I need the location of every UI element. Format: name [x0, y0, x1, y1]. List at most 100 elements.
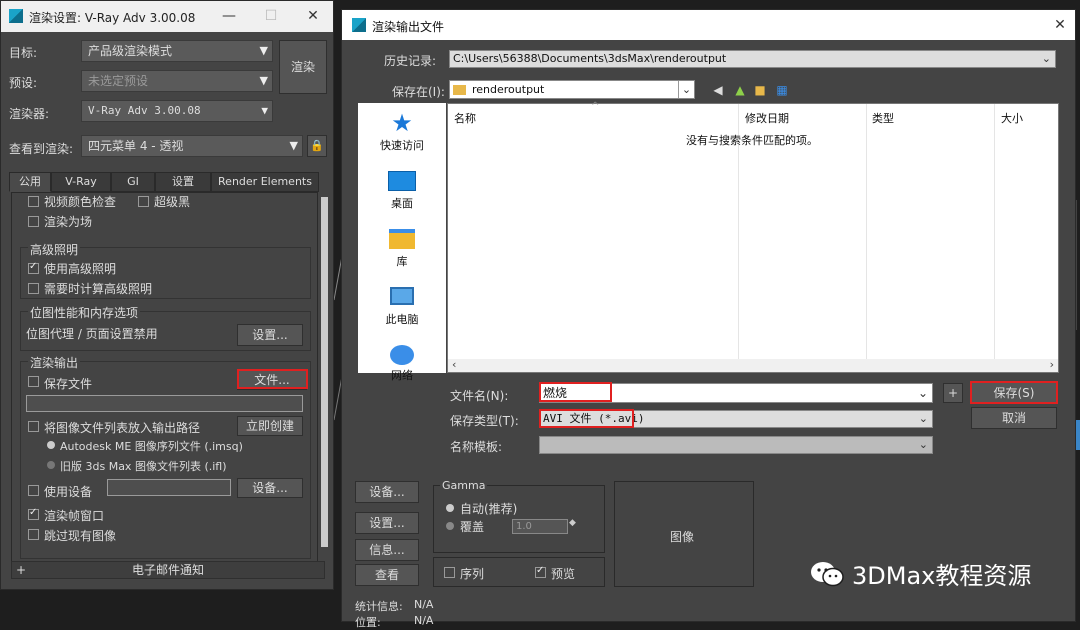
use-adv-lighting-checkbox[interactable] [28, 261, 39, 274]
gamma-title: Gamma [440, 479, 488, 492]
email-rollout[interactable]: + 电子邮件通知 [11, 561, 325, 579]
bitmap-setup-button[interactable]: 设置... [237, 324, 303, 346]
tab-render-elements[interactable]: Render Elements [211, 172, 319, 192]
target-label: 目标: [9, 46, 38, 60]
plus-icon: + [16, 563, 27, 577]
column-type[interactable]: 类型 [872, 110, 894, 126]
device-field[interactable] [107, 479, 231, 496]
render-output-title: 渲染输出 [28, 354, 81, 371]
render-setup-dialog: 渲染设置: V-Ray Adv 3.00.08 — ☐ ✕ 目标: 产品级渲染模… [0, 0, 334, 590]
view-dropdown[interactable]: 四元菜单 4 - 透视 ▼ [81, 135, 303, 157]
preview-checkbox[interactable] [535, 565, 546, 578]
renderer-dropdown[interactable]: V-Ray Adv 3.00.08 ▼ [81, 100, 273, 122]
scroll-right-icon[interactable]: › [1050, 358, 1054, 371]
scroll-left-icon[interactable]: ‹ [452, 358, 456, 371]
close-icon[interactable]: ✕ [1050, 16, 1070, 34]
minimize-icon[interactable]: — [219, 7, 239, 25]
maximize-icon[interactable]: ☐ [261, 7, 281, 25]
save-dialog-title: 渲染输出文件 [372, 20, 445, 34]
gamma-value: 1.0 [516, 521, 532, 532]
up-folder-icon[interactable]: ▲ [732, 83, 748, 97]
place-quick-access[interactable]: ★ 快速访问 [358, 109, 446, 153]
save-button-highlight [970, 381, 1058, 404]
wechat-icon [811, 562, 844, 587]
render-button[interactable]: 渲染 [279, 40, 327, 94]
back-icon[interactable]: ◀ [710, 83, 726, 97]
tab-settings[interactable]: 设置 [155, 172, 211, 192]
tab-gi[interactable]: GI [111, 172, 155, 192]
place-this-pc[interactable]: 此电脑 [358, 287, 446, 327]
savein-value: renderoutput [472, 83, 545, 96]
skip-existing-label: 跳过现有图像 [44, 529, 117, 543]
window-title: 渲染设置: V-Ray Adv 3.00.08 [29, 11, 196, 25]
output-path-field[interactable] [26, 395, 303, 412]
stats-value: N/A [414, 598, 434, 611]
gamma-override-radio[interactable] [446, 522, 454, 530]
star-icon: ★ [391, 109, 413, 137]
savein-dropdown[interactable]: renderoutput ⌄ [449, 80, 695, 99]
preset-dropdown[interactable]: 未选定预设 ▼ [81, 70, 273, 92]
horizontal-scrollbar[interactable]: ‹ › [448, 358, 1058, 372]
template-label: 名称模板: [450, 440, 503, 454]
setup-button[interactable]: 设置... [355, 512, 419, 534]
app-icon [9, 9, 23, 23]
imsq-radio[interactable] [47, 441, 55, 449]
view-menu-icon[interactable]: ▦ [774, 83, 790, 97]
cancel-button[interactable]: 取消 [971, 407, 1057, 429]
tab-vray[interactable]: V-Ray [51, 172, 111, 192]
new-folder-icon[interactable]: ■ [752, 83, 768, 97]
file-list[interactable]: 名称 ^ 修改日期 类型 大小 没有与搜索条件匹配的项。 ‹ › [447, 101, 1059, 373]
history-dropdown[interactable]: C:\Users\56388\Documents\3dsMax\renderou… [449, 50, 1056, 68]
save-file-checkbox[interactable] [28, 376, 39, 387]
history-label: 历史记录: [384, 54, 437, 68]
email-rollout-label: 电子邮件通知 [131, 563, 204, 577]
template-dropdown[interactable]: ⌄ [539, 436, 933, 454]
chevron-down-icon: ⌄ [918, 412, 928, 425]
super-black-label: 超级黑 [154, 195, 191, 209]
filename-label: 文件名(N): [450, 389, 509, 403]
column-name[interactable]: 名称 [454, 110, 476, 126]
frame-window-checkbox[interactable] [28, 507, 39, 520]
render-to-fields-checkbox[interactable] [28, 216, 39, 227]
use-device-checkbox[interactable] [28, 485, 39, 496]
compute-adv-lighting-checkbox[interactable] [28, 283, 39, 294]
use-adv-lighting-label: 使用高级照明 [44, 262, 117, 276]
lock-icon[interactable]: 🔒 [307, 135, 327, 157]
ifl-radio[interactable] [47, 461, 55, 469]
column-modified[interactable]: 修改日期 [745, 110, 789, 126]
app-icon [352, 18, 366, 32]
super-black-checkbox[interactable] [138, 196, 149, 207]
target-dropdown[interactable]: 产品级渲染模式 ▼ [81, 40, 273, 62]
info-button[interactable]: 信息... [355, 539, 419, 561]
view-button[interactable]: 查看 [355, 564, 419, 586]
places-bar: ★ 快速访问 桌面 库 此电脑 网络 [358, 103, 446, 382]
files-button-highlight [237, 369, 308, 389]
close-icon[interactable]: ✕ [303, 7, 323, 25]
panel-scrollbar[interactable] [321, 197, 328, 547]
gamma-value-spinner[interactable]: 1.0 [512, 519, 568, 534]
chevron-down-icon: ▼ [289, 139, 298, 152]
skip-existing-checkbox[interactable] [28, 529, 39, 540]
place-library[interactable]: 库 [358, 229, 446, 269]
image-preview-label: 图像 [670, 530, 695, 544]
device-button[interactable]: 设备... [237, 478, 303, 498]
video-check-checkbox[interactable] [28, 196, 39, 207]
gamma-auto-radio[interactable] [446, 504, 454, 512]
watermark-text: 3DMax教程资源 [852, 562, 1032, 590]
create-now-button[interactable]: 立即创建 [237, 416, 303, 436]
use-device-label: 使用设备 [44, 485, 93, 499]
filetype-highlight [539, 409, 634, 428]
plus-button[interactable]: + [943, 383, 963, 403]
column-size[interactable]: 大小 [1001, 110, 1023, 126]
render-setup-titlebar: 渲染设置: V-Ray Adv 3.00.08 — ☐ ✕ [1, 1, 333, 32]
location-label: 位置: [355, 616, 381, 629]
computer-icon [390, 287, 414, 305]
tab-common[interactable]: 公用 [9, 172, 51, 192]
device-button[interactable]: 设备... [355, 481, 419, 503]
place-network[interactable]: 网络 [358, 345, 446, 383]
put-list-checkbox[interactable] [28, 421, 39, 432]
place-desktop[interactable]: 桌面 [358, 171, 446, 211]
renderer-label: 渲染器: [9, 107, 50, 121]
sequence-checkbox[interactable] [444, 567, 455, 578]
spinner-arrows-icon[interactable]: ◆ [569, 518, 576, 528]
